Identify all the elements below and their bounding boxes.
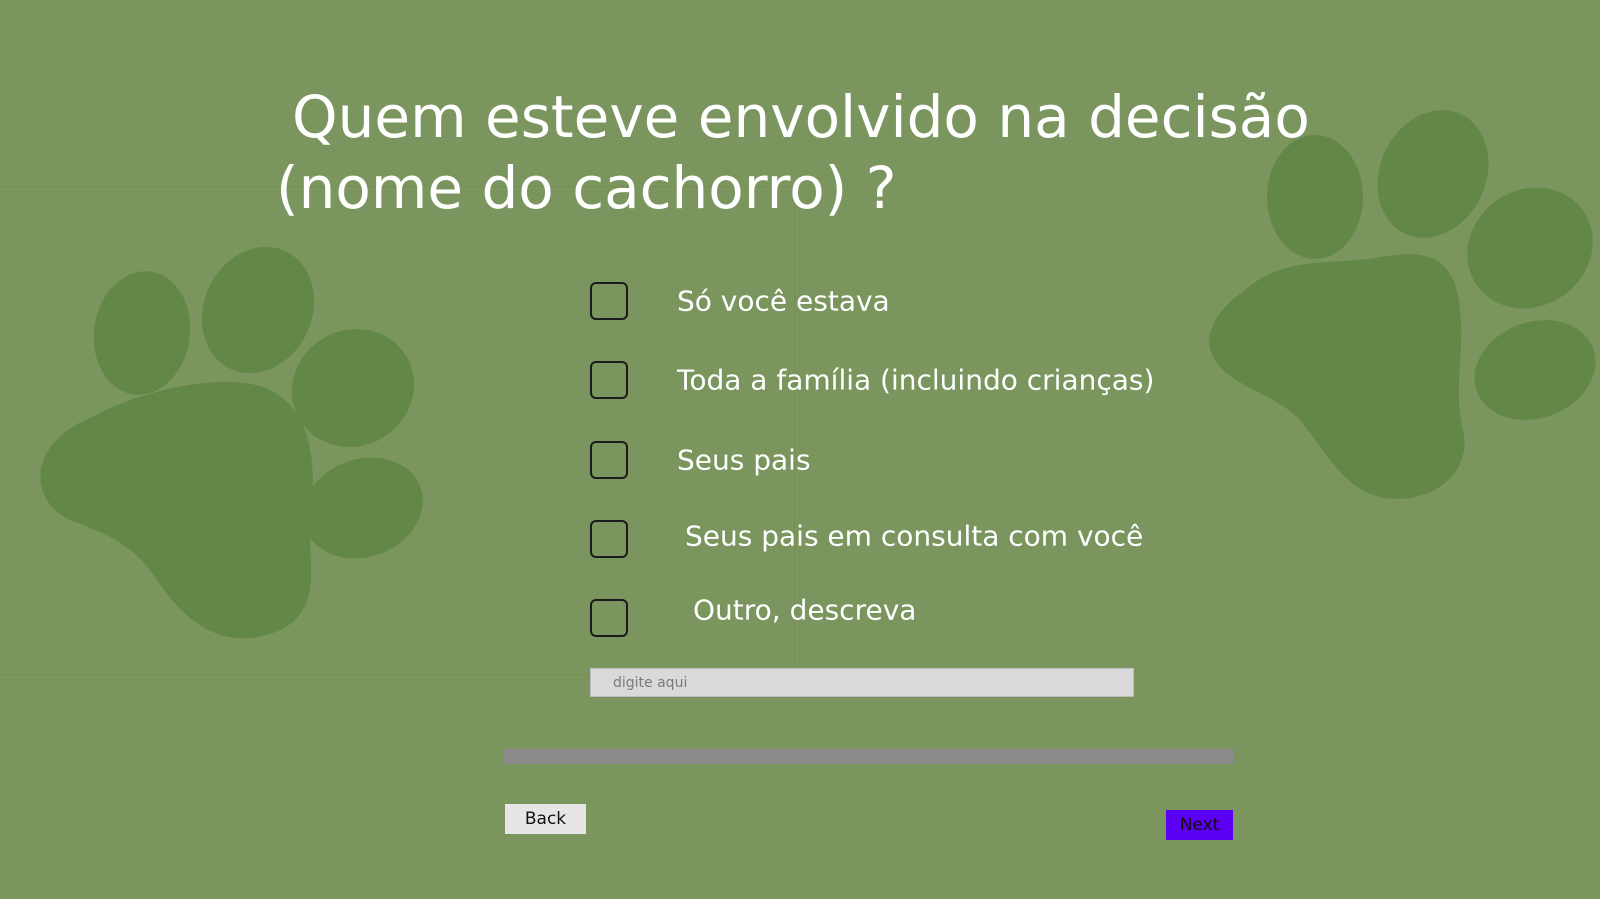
progress-bar xyxy=(504,749,1233,764)
option-label: Toda a família (incluindo crianças) xyxy=(677,363,1155,397)
option-outro[interactable]: Outro, descreva xyxy=(590,594,916,638)
checkbox[interactable] xyxy=(590,599,628,637)
option-so-voce[interactable]: Só você estava xyxy=(590,281,890,321)
option-label: Outro, descreva xyxy=(693,593,917,627)
checkbox[interactable] xyxy=(590,361,628,399)
question-title: Quem esteve envolvido na decisão (nome d… xyxy=(276,82,1336,224)
option-toda-familia[interactable]: Toda a família (incluindo crianças) xyxy=(590,360,1154,400)
option-seus-pais-consulta[interactable]: Seus pais em consulta com você xyxy=(590,519,1143,559)
option-label: Só você estava xyxy=(677,284,890,318)
checkbox[interactable] xyxy=(590,520,628,558)
question-title-line1: Quem esteve envolvido na decisão xyxy=(292,83,1310,151)
other-description-input[interactable] xyxy=(590,668,1134,697)
back-button[interactable]: Back xyxy=(505,804,586,834)
question-title-line2: (nome do cachorro) ? xyxy=(276,154,897,222)
paw-print-icon xyxy=(40,246,423,639)
progress-bar-fill xyxy=(504,749,1233,764)
option-label: Seus pais em consulta com você xyxy=(685,519,1144,553)
guide-line-bottom xyxy=(0,674,590,675)
next-button[interactable]: Next xyxy=(1166,810,1233,840)
checkbox[interactable] xyxy=(590,282,628,320)
option-label: Seus pais xyxy=(677,443,811,477)
option-seus-pais[interactable]: Seus pais xyxy=(590,440,811,480)
checkbox[interactable] xyxy=(590,441,628,479)
